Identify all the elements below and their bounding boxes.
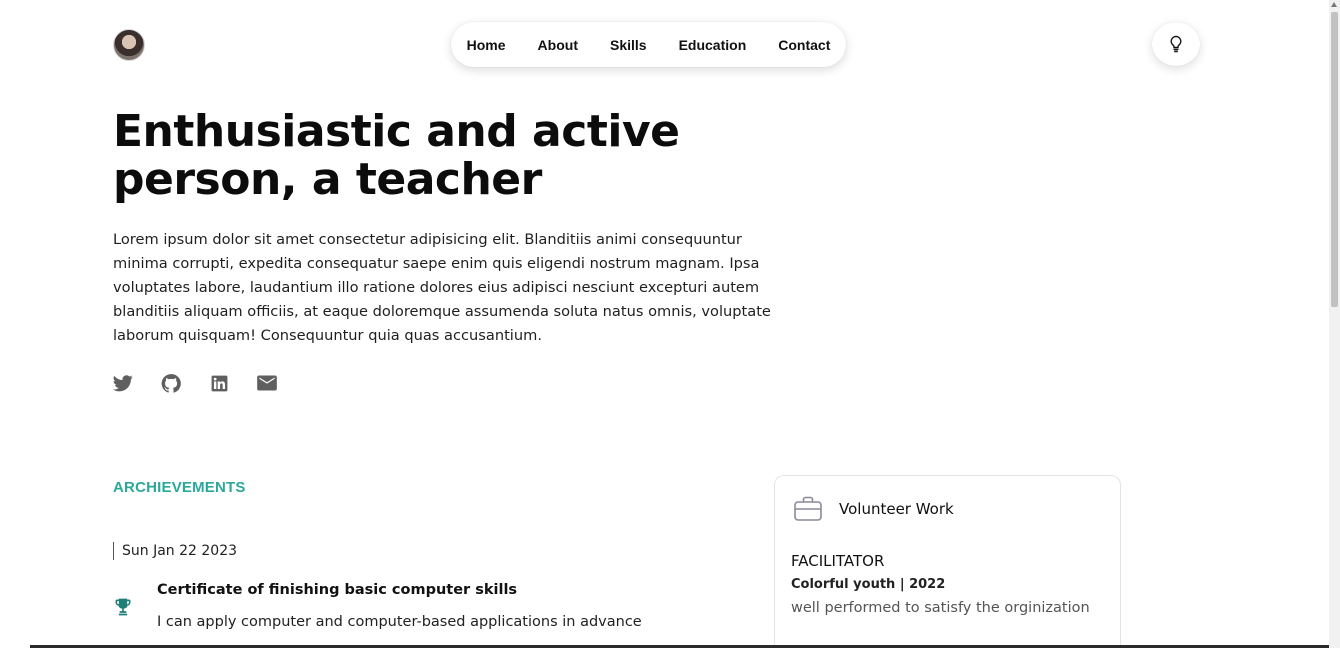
twitter-icon[interactable] [113,372,133,394]
achievement-date: Sun Jan 22 2023 [113,542,237,560]
nav-home[interactable]: Home [451,37,522,53]
nav-about[interactable]: About [522,37,594,53]
lightbulb-icon [1170,35,1182,53]
scrollbar-thumb[interactable] [1331,12,1338,307]
theme-toggle-button[interactable] [1152,22,1200,66]
intro-text: Lorem ipsum dolor sit amet consectetur a… [113,231,771,344]
volunteer-card: Volunteer Work FACILITATOR Colorful yout… [774,475,1121,648]
main-nav: Home About Skills Education Contact [451,22,846,67]
scroll-up-arrow-icon[interactable] [1331,2,1337,7]
volunteer-organization: Colorful youth | 2022 [791,577,946,592]
mail-icon[interactable] [257,372,277,394]
trophy-icon [113,597,133,619]
avatar[interactable] [113,29,145,61]
nav-contact[interactable]: Contact [762,37,846,53]
nav-education[interactable]: Education [663,37,763,53]
social-links [113,372,277,394]
linkedin-icon[interactable] [209,372,229,394]
volunteer-heading: Volunteer Work [839,500,954,518]
page-title: Enthusiastic and active person, a teache… [113,106,680,205]
achievement-description: I can apply computer and computer-based … [157,614,642,630]
achievements-heading: ARCHIEVEMENTS [113,479,246,496]
achievement-title: Certificate of finishing basic computer … [157,582,518,598]
vertical-scrollbar[interactable] [1329,0,1340,648]
volunteer-role: FACILITATOR [791,552,885,570]
volunteer-description: well performed to satisfy the orginizati… [791,600,1090,616]
briefcase-icon [793,495,823,523]
nav-skills[interactable]: Skills [594,37,663,53]
github-icon[interactable] [161,372,181,394]
page: Home About Skills Education Contact Enth… [0,0,1329,648]
